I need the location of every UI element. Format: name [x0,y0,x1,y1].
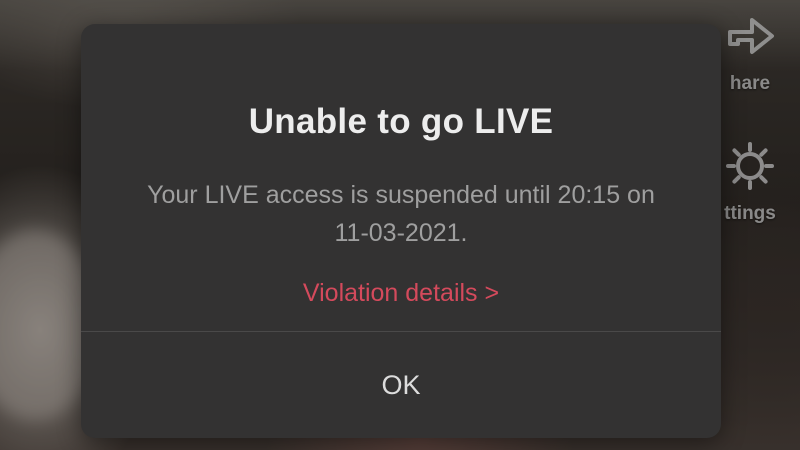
suspension-message: Your LIVE access is suspended until 20:1… [147,181,655,247]
violation-details-link[interactable]: Violation details > [81,279,721,308]
dialog-title: Unable to go LIVE [248,102,554,141]
ok-button[interactable]: OK [81,332,721,438]
unable-to-go-live-dialog: Unable to go LIVE Your LIVE access is su… [81,24,721,438]
live-screen: hare ttings Unable to go LIVE Your LIVE … [0,0,800,450]
